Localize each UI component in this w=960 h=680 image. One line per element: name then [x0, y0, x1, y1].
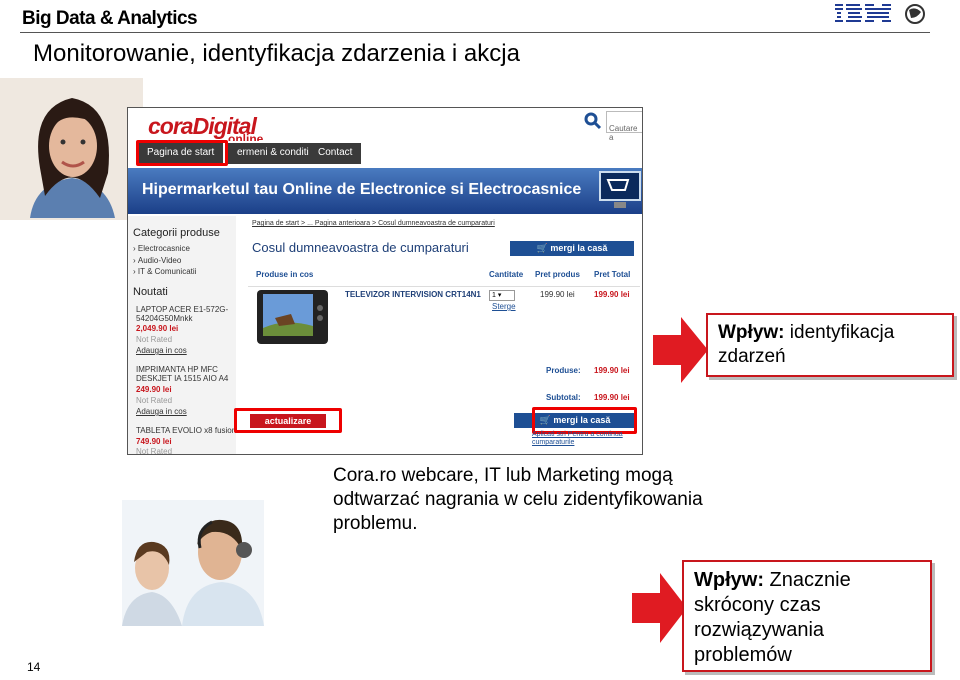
category-item[interactable]: › IT & Comunicatii — [133, 267, 196, 276]
add-to-cart-link[interactable]: Adauga in cos — [136, 407, 187, 416]
nav-terms[interactable]: ermeni & conditii — [228, 143, 320, 164]
impact-box-2: Wpływ: Znacznie skrócony czas rozwiązywa… — [682, 560, 932, 672]
product-price: 249.90 lei — [136, 385, 172, 394]
highlight-checkout — [532, 407, 637, 434]
impact-box-1: Wpływ: identyfikacja zdarzeń — [706, 313, 954, 377]
item-total: 199.90 lei — [594, 290, 630, 299]
col-header: Pret produs — [535, 270, 580, 279]
product-name[interactable]: IMPRIMANTA HP MFC — [136, 365, 218, 374]
new-products-heading: Noutati — [133, 286, 168, 298]
breadcrumb[interactable]: Pagina de start > ... Pagina anterioara … — [252, 220, 495, 227]
ibm-logo — [835, 4, 925, 24]
continue-shopping-link[interactable]: Aplicati stri Pentru a continua cumparat… — [532, 431, 638, 447]
col-header: Pret Total — [594, 270, 631, 279]
brand-title: Big Data & Analytics — [22, 8, 198, 29]
product-name[interactable]: LAPTOP ACER E1-572G- — [136, 305, 228, 314]
product-name[interactable]: TABLETA EVOLIO x8 fusion — [136, 426, 236, 435]
page-number: 14 — [27, 660, 41, 674]
agent-photo — [0, 78, 143, 220]
product-price: 2,049.90 lei — [136, 324, 179, 333]
produse-label: Produse: — [546, 366, 581, 375]
call-center-photo — [122, 500, 264, 626]
search-input[interactable]: Cautare a — [606, 111, 642, 142]
subtotal-value: 199.90 lei — [594, 393, 630, 402]
impact-label: Wpływ: — [718, 322, 785, 343]
product-name[interactable]: DESKJET IA 1515 AIO A4 — [136, 374, 228, 383]
cart-monitor-icon — [599, 171, 641, 208]
categories-heading: Categorii produse — [133, 227, 220, 239]
add-to-cart-link[interactable]: Adauga in cos — [136, 346, 187, 355]
product-rating: Not Rated — [136, 447, 173, 455]
cart-item-name[interactable]: TELEVIZOR INTERVISION CRT14N1 — [345, 290, 481, 299]
product-rating: Not Rated — [136, 335, 173, 344]
col-header: Cantitate — [489, 270, 524, 279]
remove-link[interactable]: Sterge — [492, 302, 516, 311]
item-price: 199.90 lei — [540, 290, 575, 299]
nav-contact[interactable]: Contact — [309, 143, 362, 164]
product-name[interactable]: 54204G50Mnkk — [136, 314, 192, 323]
impact-label: Wpływ: — [694, 569, 764, 591]
arrow-right-icon — [632, 573, 687, 643]
website-screenshot: coraDigital online Cautare a Pagina de s… — [127, 107, 643, 455]
tv-product-image — [257, 290, 328, 344]
banner-text: Hipermarketul tau Online de Electronice … — [142, 181, 582, 198]
highlight-update — [234, 408, 342, 433]
category-item[interactable]: › Electrocasnice — [133, 244, 190, 253]
description-text: Cora.ro webcare, IT lub Marketing mogą o… — [333, 465, 703, 534]
checkout-button-top[interactable]: 🛒 mergi la casă — [510, 241, 634, 256]
cart-title: Cosul dumneavoastra de cumparaturi — [252, 240, 469, 255]
quantity-select[interactable]: 1 ▾ — [489, 290, 515, 301]
col-header: Produse in cos — [256, 270, 314, 279]
highlight-nav-home — [136, 140, 228, 166]
category-item[interactable]: › Audio-Video — [133, 256, 181, 265]
search-icon[interactable] — [583, 111, 603, 131]
product-price: 749.90 lei — [136, 437, 172, 446]
header-divider — [20, 32, 930, 33]
product-rating: Not Rated — [136, 396, 173, 405]
page-title: Monitorowanie, identyfikacja zdarzenia i… — [33, 40, 520, 67]
arrow-right-icon — [653, 317, 708, 383]
subtotal-label: Subtotal: — [546, 393, 581, 402]
produse-value: 199.90 lei — [594, 366, 630, 375]
